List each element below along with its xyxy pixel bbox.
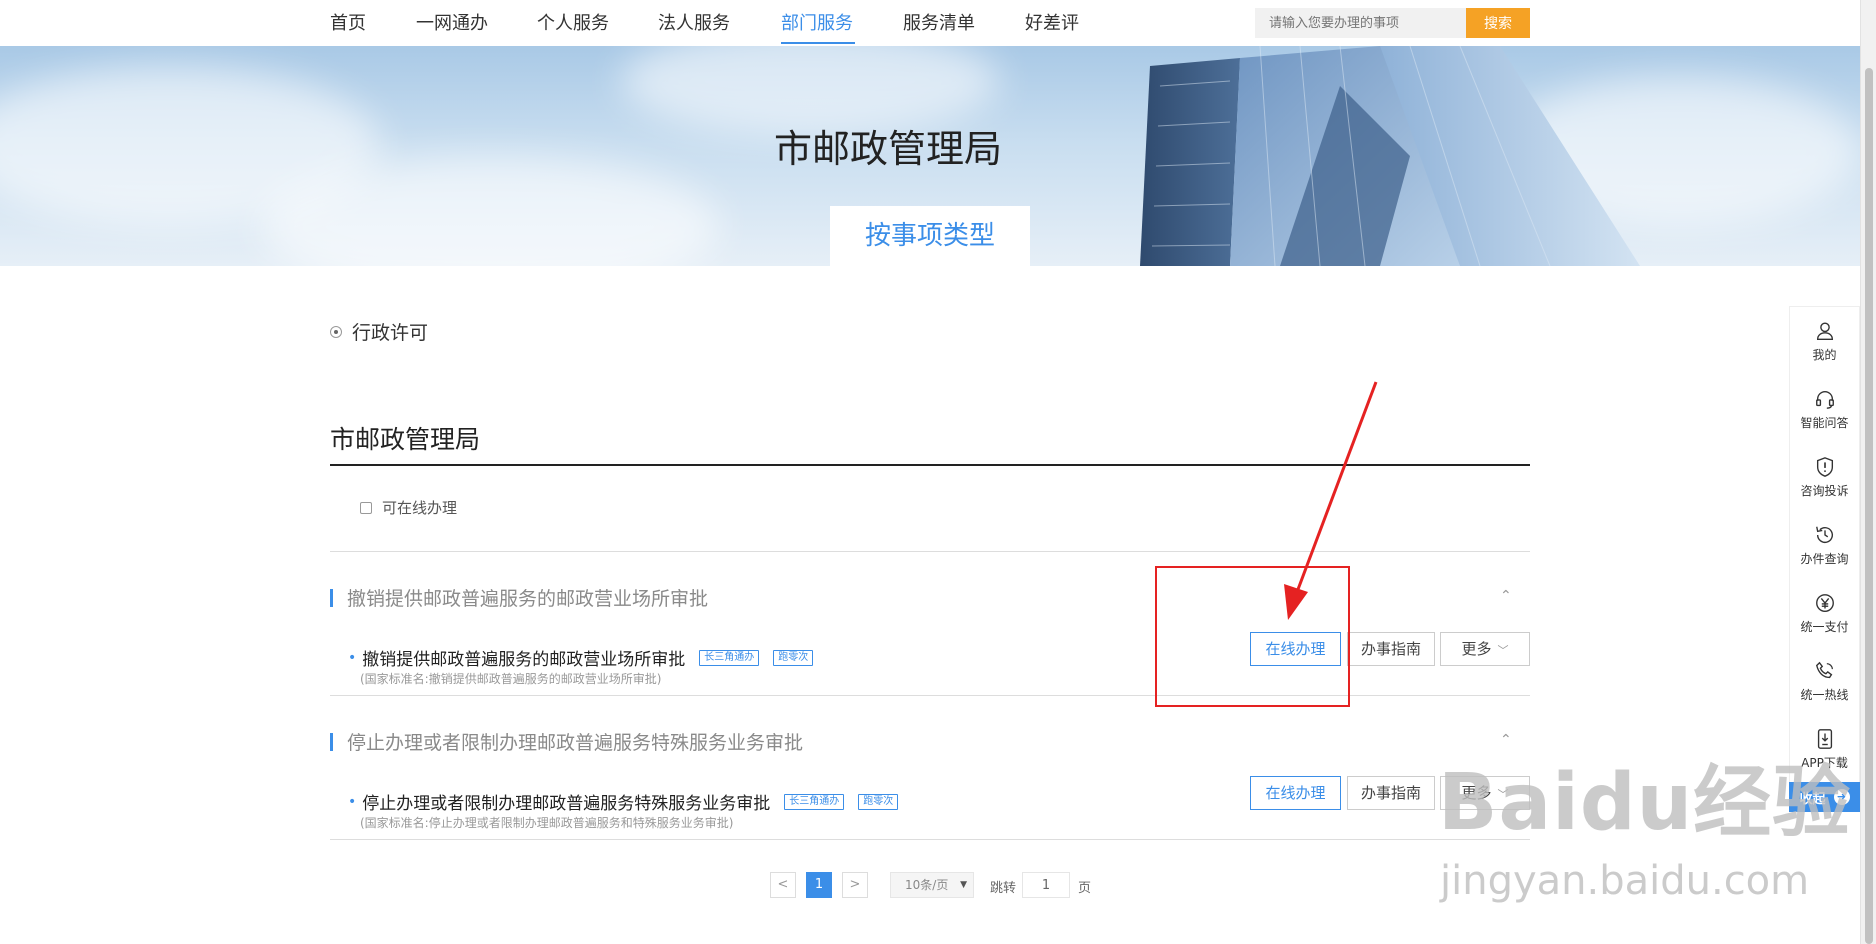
standard-name: (国家标准名:撤销提供邮政普遍服务的邮政营业场所审批) bbox=[360, 672, 662, 686]
tab-by-item-type[interactable]: 按事项类型 bbox=[830, 206, 1030, 266]
sidebar-item-mine[interactable]: 我的 bbox=[1790, 307, 1859, 375]
nav-item-home[interactable]: 首页 bbox=[330, 9, 366, 35]
item-name[interactable]: • 撤销提供邮政普遍服务的邮政营业场所审批 长三角通办 跑零次 bbox=[348, 645, 814, 670]
sidebar-label: 咨询投诉 bbox=[1800, 483, 1849, 498]
bullet-icon: • bbox=[348, 793, 357, 810]
item-name-text: 停止办理或者限制办理邮政普遍服务特殊服务业务审批 bbox=[362, 794, 771, 814]
tag-yangtze-delta: 长三角通办 bbox=[784, 793, 845, 810]
collapse-caret-icon[interactable]: ⌃ bbox=[1500, 588, 1512, 604]
sidebar-label: 智能问答 bbox=[1800, 415, 1849, 430]
sidebar-item-complaint[interactable]: 咨询投诉 bbox=[1790, 443, 1859, 511]
prev-page-button[interactable]: < bbox=[770, 872, 796, 898]
nav-item-department[interactable]: 部门服务 bbox=[781, 9, 853, 35]
group-title-text: 撤销提供邮政普遍服务的邮政营业场所审批 bbox=[347, 588, 709, 610]
next-page-button[interactable]: > bbox=[842, 872, 868, 898]
item-name-text: 撤销提供邮政普遍服务的邮政营业场所审批 bbox=[362, 650, 686, 670]
user-icon bbox=[1816, 322, 1833, 340]
group-accent-bar bbox=[330, 588, 333, 607]
group-title-text: 停止办理或者限制办理邮政普遍服务特殊服务业务审批 bbox=[347, 732, 804, 754]
banner-title: 市邮政管理局 bbox=[773, 127, 1002, 171]
search-input[interactable] bbox=[1255, 8, 1466, 38]
top-navigation: 首页 一网通办 个人服务 法人服务 部门服务 服务清单 好差评 搜索 bbox=[0, 0, 1876, 46]
category-label: 行政许可 bbox=[352, 322, 429, 344]
online-checkbox[interactable] bbox=[360, 501, 372, 514]
tag-zero-trip: 跑零次 bbox=[773, 649, 814, 666]
sidebar-item-hotline[interactable]: 统一热线 bbox=[1790, 647, 1859, 715]
search-button[interactable]: 搜索 bbox=[1466, 8, 1530, 38]
baidu-watermark-url: jingyan.baidu.com bbox=[1440, 858, 1810, 904]
category-radio[interactable] bbox=[330, 325, 342, 338]
triangle-down-icon: ▼ bbox=[960, 880, 967, 890]
guide-button[interactable]: 办事指南 bbox=[1347, 776, 1435, 810]
nav-item-personal[interactable]: 个人服务 bbox=[537, 9, 609, 35]
jump-page-input[interactable] bbox=[1022, 872, 1070, 898]
sidebar-label: 统一热线 bbox=[1800, 687, 1849, 702]
item-name[interactable]: • 停止办理或者限制办理邮政普遍服务特殊服务业务审批 长三角通办 跑零次 bbox=[348, 789, 899, 814]
sidebar-label: 统一支付 bbox=[1800, 619, 1849, 634]
bullet-icon: • bbox=[348, 649, 357, 666]
alert-shield-icon bbox=[1816, 456, 1833, 477]
page-1-button[interactable]: 1 bbox=[806, 872, 832, 898]
headset-icon bbox=[1815, 390, 1834, 409]
nav-item-one-net[interactable]: 一网通办 bbox=[416, 9, 488, 35]
divider bbox=[330, 839, 1530, 840]
right-sidebar: 我的 智能问答 咨询投诉 办件查询 统一支付 统一热线 APP下载 bbox=[1789, 306, 1860, 784]
nav-active-underline bbox=[781, 42, 855, 44]
scrollbar-thumb[interactable] bbox=[1865, 68, 1873, 944]
section-title: 市邮政管理局 bbox=[330, 425, 481, 454]
tag-zero-trip: 跑零次 bbox=[858, 793, 899, 810]
history-icon bbox=[1815, 526, 1833, 543]
sidebar-label: 我的 bbox=[1812, 347, 1837, 362]
page-scrollbar[interactable] bbox=[1860, 0, 1876, 944]
sidebar-item-payment[interactable]: 统一支付 bbox=[1790, 579, 1859, 647]
chevron-down-icon: ﹀ bbox=[1497, 644, 1509, 657]
guide-button[interactable]: 办事指南 bbox=[1347, 632, 1435, 666]
nav-item-review[interactable]: 好差评 bbox=[1025, 9, 1079, 35]
tag-yangtze-delta: 长三角通办 bbox=[699, 649, 760, 666]
sidebar-item-case-query[interactable]: 办件查询 bbox=[1790, 511, 1859, 579]
page-size-value: 10条/页 bbox=[905, 878, 949, 892]
group-title[interactable]: 停止办理或者限制办理邮政普遍服务特殊服务业务审批 bbox=[330, 728, 803, 755]
jump-label: 跳转 bbox=[990, 881, 1017, 896]
page-suffix: 页 bbox=[1078, 881, 1092, 896]
phone-icon bbox=[1815, 661, 1833, 678]
nav-item-legal-person[interactable]: 法人服务 bbox=[658, 9, 730, 35]
more-button[interactable]: 更多 ﹀ bbox=[1440, 632, 1530, 666]
annotation-arrow-icon bbox=[1284, 381, 1378, 620]
online-filter-label: 可在线办理 bbox=[382, 499, 458, 517]
banner: 市邮政管理局 按事项类型 bbox=[0, 46, 1860, 266]
nav-item-service-list[interactable]: 服务清单 bbox=[903, 9, 975, 35]
group-accent-bar bbox=[330, 732, 333, 751]
divider bbox=[330, 695, 1530, 696]
standard-name: (国家标准名:停止办理或者限制办理邮政普遍服务和特殊服务业务审批) bbox=[360, 816, 734, 830]
page-size-select[interactable]: 10条/页 ▼ bbox=[890, 872, 974, 898]
online-filter[interactable]: 可在线办理 bbox=[360, 497, 457, 518]
sidebar-label: 办件查询 bbox=[1800, 551, 1849, 566]
online-apply-button[interactable]: 在线办理 bbox=[1250, 776, 1341, 810]
category-filter[interactable]: 行政许可 bbox=[330, 318, 428, 345]
sidebar-item-smart-qa[interactable]: 智能问答 bbox=[1790, 375, 1859, 443]
yuan-icon bbox=[1815, 593, 1834, 612]
group-title[interactable]: 撤销提供邮政普遍服务的邮政营业场所审批 bbox=[330, 584, 708, 611]
baidu-watermark: Baidu经验 bbox=[1438, 758, 1852, 848]
more-label: 更多 bbox=[1461, 640, 1492, 658]
